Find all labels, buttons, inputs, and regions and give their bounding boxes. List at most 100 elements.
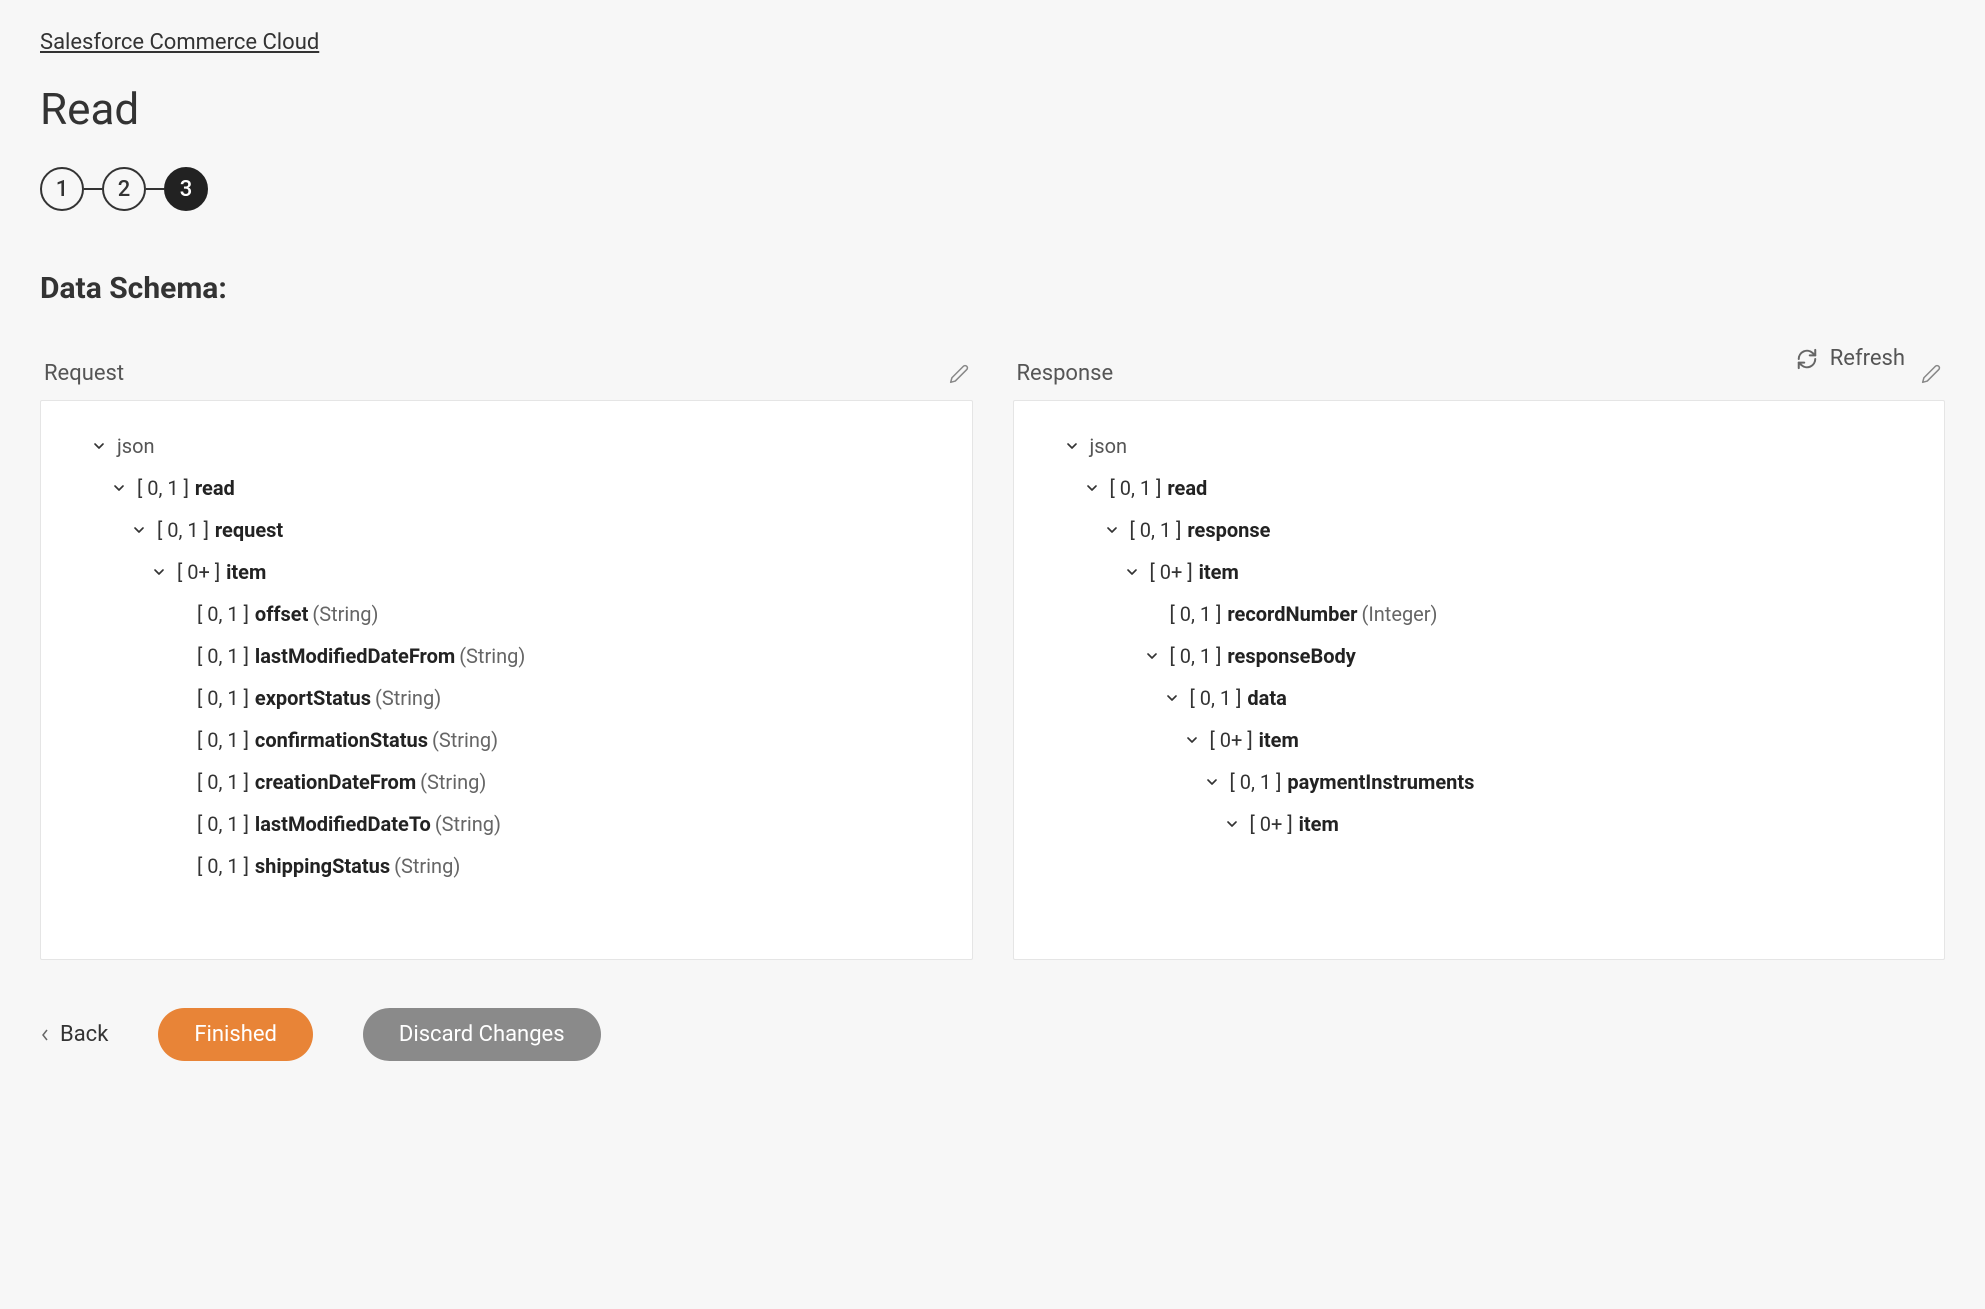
back-button[interactable]: Back	[40, 1022, 108, 1047]
cardinality-label: [ 0+ ]	[1210, 724, 1253, 756]
node-type: (String)	[432, 724, 498, 756]
step-1[interactable]: 1	[40, 167, 84, 211]
cardinality-label: [ 0, 1 ]	[1170, 598, 1222, 630]
tree-node: [ 0, 1 ] lastModifiedDateFrom (String)	[61, 635, 952, 677]
node-name: offset	[255, 598, 308, 630]
chevron-down-icon[interactable]	[151, 564, 171, 580]
node-name: item	[1259, 724, 1299, 756]
step-2[interactable]: 2	[102, 167, 146, 211]
back-label: Back	[60, 1022, 108, 1047]
node-name: request	[215, 514, 283, 546]
tree-node[interactable]: [ 0+ ] item	[1034, 719, 1925, 761]
tree-node: [ 0, 1 ] shippingStatus (String)	[61, 845, 952, 887]
request-panel: Request json[ 0, 1 ] read[ 0, 1 ] reques…	[40, 361, 973, 960]
tree-node[interactable]: [ 0+ ] item	[61, 551, 952, 593]
page-title: Read	[40, 83, 1945, 135]
node-name: response	[1187, 514, 1270, 546]
node-name: data	[1247, 682, 1286, 714]
request-tree[interactable]: json[ 0, 1 ] read[ 0, 1 ] request[ 0+ ] …	[40, 400, 973, 960]
cardinality-label: [ 0, 1 ]	[1110, 472, 1162, 504]
node-name: responseBody	[1227, 640, 1355, 672]
stepper: 1 2 3	[40, 167, 1945, 211]
tree-node[interactable]: [ 0, 1 ] response	[1034, 509, 1925, 551]
cardinality-label: [ 0, 1 ]	[197, 850, 249, 882]
chevron-down-icon[interactable]	[1144, 648, 1164, 664]
tree-node[interactable]: json	[61, 425, 952, 467]
cardinality-label: [ 0+ ]	[1150, 556, 1193, 588]
cardinality-label: [ 0, 1 ]	[1170, 640, 1222, 672]
tree-node[interactable]: json	[1034, 425, 1925, 467]
chevron-down-icon[interactable]	[1084, 480, 1104, 496]
cardinality-label: [ 0+ ]	[177, 556, 220, 588]
cardinality-label: [ 0, 1 ]	[197, 640, 249, 672]
tree-node[interactable]: [ 0, 1 ] paymentInstruments	[1034, 761, 1925, 803]
node-name: recordNumber	[1227, 598, 1357, 630]
chevron-down-icon[interactable]	[131, 522, 151, 538]
request-panel-title: Request	[44, 361, 124, 386]
chevron-left-icon	[40, 1028, 50, 1042]
cardinality-label: [ 0, 1 ]	[157, 514, 209, 546]
pencil-icon[interactable]	[1921, 364, 1941, 384]
node-name: lastModifiedDateTo	[255, 808, 431, 840]
tree-node[interactable]: [ 0+ ] item	[1034, 803, 1925, 845]
pencil-icon[interactable]	[949, 364, 969, 384]
node-name: item	[226, 556, 266, 588]
node-name: paymentInstruments	[1287, 766, 1474, 798]
node-name: creationDateFrom	[255, 766, 416, 798]
step-connector	[84, 188, 102, 190]
cardinality-label: [ 0, 1 ]	[1190, 682, 1242, 714]
chevron-down-icon[interactable]	[1224, 816, 1244, 832]
tree-node: [ 0, 1 ] lastModifiedDateTo (String)	[61, 803, 952, 845]
chevron-down-icon[interactable]	[1104, 522, 1124, 538]
step-3[interactable]: 3	[164, 167, 208, 211]
node-name: lastModifiedDateFrom	[255, 640, 455, 672]
chevron-down-icon[interactable]	[1204, 774, 1224, 790]
tree-node[interactable]: [ 0, 1 ] read	[1034, 467, 1925, 509]
node-name: item	[1199, 556, 1239, 588]
tree-node[interactable]: [ 0+ ] item	[1034, 551, 1925, 593]
cardinality-label: [ 0, 1 ]	[197, 598, 249, 630]
chevron-down-icon[interactable]	[1064, 438, 1084, 454]
finished-button[interactable]: Finished	[158, 1008, 313, 1061]
node-type: (Integer)	[1361, 598, 1437, 630]
node-type: (String)	[394, 850, 460, 882]
tree-node: [ 0, 1 ] exportStatus (String)	[61, 677, 952, 719]
chevron-down-icon[interactable]	[1184, 732, 1204, 748]
chevron-down-icon[interactable]	[1164, 690, 1184, 706]
chevron-down-icon[interactable]	[91, 438, 111, 454]
step-connector	[146, 188, 164, 190]
node-name: exportStatus	[255, 682, 371, 714]
tree-node: [ 0, 1 ] confirmationStatus (String)	[61, 719, 952, 761]
tree-node[interactable]: [ 0, 1 ] request	[61, 509, 952, 551]
node-name: read	[195, 472, 235, 504]
chevron-down-icon[interactable]	[1124, 564, 1144, 580]
response-panel: Response json[ 0, 1 ] read[ 0, 1 ] respo…	[1013, 361, 1946, 960]
cardinality-label: [ 0, 1 ]	[197, 724, 249, 756]
node-name: confirmationStatus	[255, 724, 428, 756]
cardinality-label: [ 0, 1 ]	[197, 766, 249, 798]
chevron-down-icon[interactable]	[111, 480, 131, 496]
node-type: (String)	[420, 766, 486, 798]
tree-node[interactable]: [ 0, 1 ] data	[1034, 677, 1925, 719]
response-panel-title: Response	[1017, 361, 1114, 386]
node-type: (String)	[312, 598, 378, 630]
node-type: (String)	[375, 682, 441, 714]
tree-node: [ 0, 1 ] recordNumber (Integer)	[1034, 593, 1925, 635]
cardinality-label: [ 0, 1 ]	[197, 808, 249, 840]
discard-changes-button[interactable]: Discard Changes	[363, 1008, 601, 1061]
response-tree[interactable]: json[ 0, 1 ] read[ 0, 1 ] response[ 0+ ]…	[1013, 400, 1946, 960]
node-name: shippingStatus	[255, 850, 390, 882]
cardinality-label: [ 0, 1 ]	[1130, 514, 1182, 546]
node-type: (String)	[459, 640, 525, 672]
node-name: json	[1090, 430, 1128, 462]
breadcrumb-link[interactable]: Salesforce Commerce Cloud	[40, 30, 319, 55]
tree-node[interactable]: [ 0, 1 ] responseBody	[1034, 635, 1925, 677]
tree-node: [ 0, 1 ] offset (String)	[61, 593, 952, 635]
tree-node[interactable]: [ 0, 1 ] read	[61, 467, 952, 509]
cardinality-label: [ 0, 1 ]	[1230, 766, 1282, 798]
cardinality-label: [ 0, 1 ]	[197, 682, 249, 714]
tree-node: [ 0, 1 ] creationDateFrom (String)	[61, 761, 952, 803]
node-name: item	[1299, 808, 1339, 840]
node-name: read	[1167, 472, 1207, 504]
section-heading: Data Schema:	[40, 271, 1945, 306]
